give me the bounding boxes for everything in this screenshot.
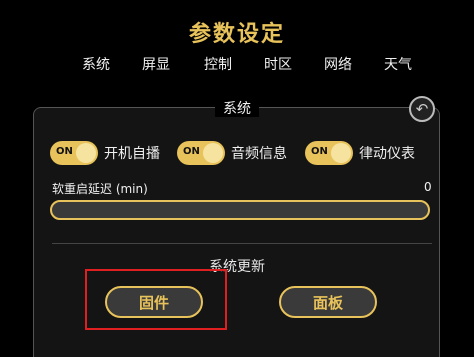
tab-weather[interactable]: 天气 [384, 54, 412, 74]
toggle-switch[interactable]: ON [50, 141, 98, 165]
section-legend-text: 系统 [215, 101, 259, 117]
tab-bar: 系统 屏显 控制 时区 网络 天气 [64, 54, 424, 74]
toggle-knob [203, 143, 223, 163]
restart-delay-label: 软重启延迟 (min) [52, 182, 148, 196]
toggle-rhythm-meter[interactable]: ON 律动仪表 [305, 141, 415, 165]
toggle-state: ON [183, 146, 200, 157]
toggle-state: ON [311, 146, 328, 157]
toggle-knob [76, 143, 96, 163]
restart-delay-value: 0 [424, 180, 432, 194]
toggle-autoplay[interactable]: ON 开机自播 [50, 141, 160, 165]
firmware-button[interactable]: 固件 [105, 286, 203, 318]
tab-control[interactable]: 控制 [204, 54, 232, 74]
tab-timezone[interactable]: 时区 [264, 54, 292, 74]
divider [52, 243, 432, 244]
undo-icon[interactable]: ↶ [409, 96, 435, 122]
tab-network[interactable]: 网络 [324, 54, 352, 74]
panel-button[interactable]: 面板 [279, 286, 377, 318]
restart-delay-slider[interactable] [50, 200, 430, 220]
toggle-label: 音频信息 [231, 146, 287, 162]
toggle-label: 开机自播 [104, 146, 160, 162]
section-legend: 系统 [0, 98, 474, 118]
tab-system[interactable]: 系统 [82, 54, 110, 74]
page-title: 参数设定 [188, 21, 285, 47]
toggle-switch[interactable]: ON [305, 141, 353, 165]
tab-display[interactable]: 屏显 [142, 54, 170, 74]
toggle-state: ON [56, 146, 73, 157]
toggle-knob [331, 143, 351, 163]
toggle-label: 律动仪表 [359, 146, 415, 162]
toggle-switch[interactable]: ON [177, 141, 225, 165]
toggle-audio-info[interactable]: ON 音频信息 [177, 141, 287, 165]
system-update-title: 系统更新 [209, 259, 265, 275]
